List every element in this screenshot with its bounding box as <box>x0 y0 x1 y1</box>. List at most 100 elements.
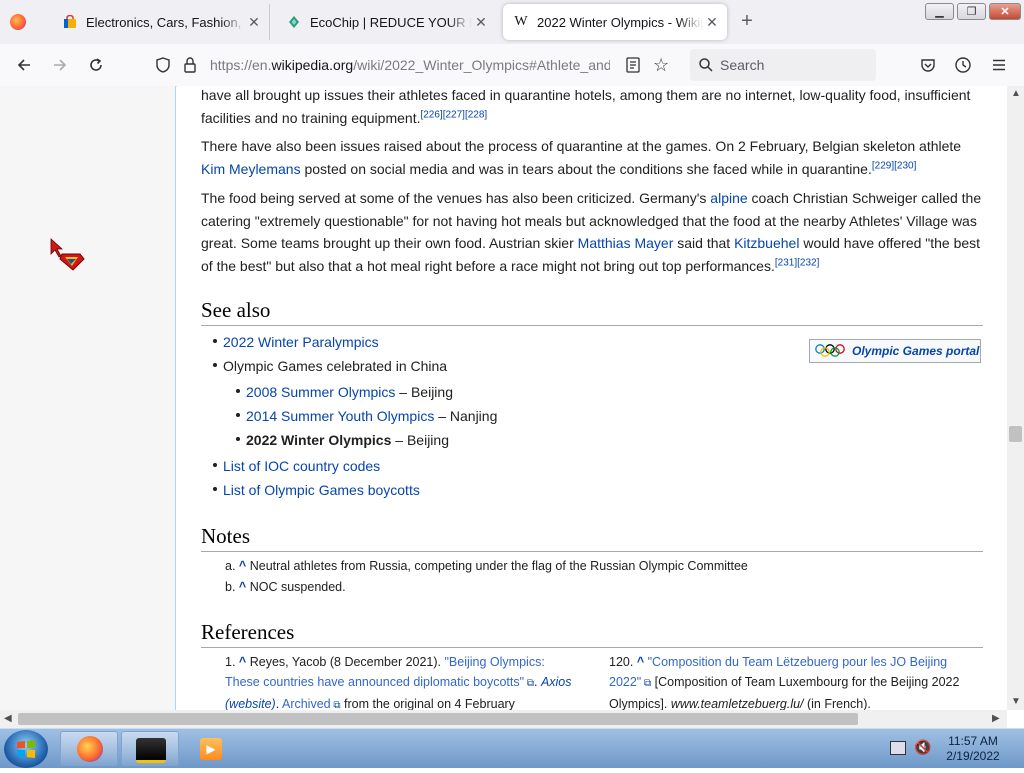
ecochip-icon <box>286 14 302 30</box>
paragraph-text: There have also been issues raised about… <box>201 138 962 154</box>
bookmark-star-icon[interactable]: ☆ <box>653 55 669 76</box>
list-item-text: Olympic Games celebrated in China <box>223 358 448 374</box>
tab-ecochip[interactable]: EcoChip | REDUCE YOUR FUEL C ✕ <box>276 4 496 40</box>
list-item: List of IOC country codes <box>213 458 380 474</box>
vertical-scroll-thumb[interactable] <box>1009 426 1022 442</box>
media-player-icon[interactable]: ▶ <box>200 738 222 760</box>
link-2014-summer-youth-olympics[interactable]: 2014 Summer Youth Olympics <box>246 408 434 424</box>
citation-link[interactable]: [231][232] <box>775 257 819 268</box>
note-text: Neutral athletes from Russia, competing … <box>249 559 748 573</box>
pocket-button[interactable] <box>917 54 939 76</box>
wikipedia-icon: W <box>514 14 528 29</box>
scroll-right-arrow[interactable]: ▶ <box>992 713 1000 724</box>
backlink-caret[interactable]: ^ <box>239 655 246 669</box>
olympic-rings-icon <box>814 343 846 360</box>
backlink-caret[interactable]: ^ <box>637 655 644 669</box>
url-text[interactable]: https://en.wikipedia.org/wiki/2022_Winte… <box>210 57 610 73</box>
network-icon[interactable] <box>890 741 906 755</box>
scroll-down-arrow[interactable]: ▼ <box>1011 696 1021 707</box>
search-box[interactable]: Search <box>690 49 876 81</box>
tab-ebay[interactable]: Electronics, Cars, Fashion, Colle ✕ <box>52 4 270 40</box>
reload-icon <box>90 58 102 71</box>
citation-link[interactable]: [226][227][228] <box>420 109 487 120</box>
heading-notes: Notes <box>201 523 983 552</box>
windows-logo-icon <box>17 740 35 758</box>
link-ioc-country-codes[interactable]: List of IOC country codes <box>223 458 380 474</box>
bullet <box>236 389 240 394</box>
minimize-button[interactable]: ▁ <box>925 3 954 20</box>
search-placeholder: Search <box>720 57 765 73</box>
list-item-text: – Beijing <box>391 432 449 448</box>
search-icon <box>698 57 714 78</box>
bullet <box>213 363 217 368</box>
close-window-button[interactable]: ✕ <box>989 3 1021 20</box>
back-button[interactable] <box>13 54 35 76</box>
vertical-scrollbar[interactable]: ▲ ▼ <box>1007 86 1024 710</box>
link-2022-winter-paralympics[interactable]: 2022 Winter Paralympics <box>223 334 379 350</box>
app-icon <box>136 738 166 763</box>
lock-icon[interactable] <box>182 56 198 79</box>
list-item-text: – Nanjing <box>434 408 498 424</box>
reference-number: 1. <box>225 655 236 669</box>
arrow-right-icon <box>54 59 67 71</box>
clock-date: 2/19/2022 <box>946 749 1000 763</box>
reference-text: from the original on 4 February <box>340 697 515 710</box>
heading-references: References <box>201 619 983 648</box>
backlink-caret[interactable]: ^ <box>239 559 246 573</box>
shield-icon[interactable] <box>154 56 172 79</box>
tab-title: 2022 Winter Olympics - Wikipe <box>537 14 703 30</box>
url-domain: wikipedia.org <box>271 57 354 73</box>
history-button[interactable] <box>952 54 974 76</box>
reload-button[interactable] <box>85 54 107 76</box>
note-item: b. ^ NOC suspended. <box>225 580 346 594</box>
link-kim-meylemans[interactable]: Kim Meylemans <box>201 161 301 177</box>
scroll-left-arrow[interactable]: ◀ <box>4 713 12 724</box>
forward-button[interactable] <box>49 54 71 76</box>
close-tab-icon[interactable]: ✕ <box>472 14 490 31</box>
close-tab-icon[interactable]: ✕ <box>245 14 263 31</box>
url-path: /wiki/2022_Winter_Olympics#Athlete_and_ <box>353 57 610 73</box>
list-item: List of Olympic Games boycotts <box>213 482 420 498</box>
horizontal-scroll-thumb[interactable] <box>18 713 858 725</box>
firefox-menu-icon[interactable] <box>10 14 26 30</box>
wiki-sidebar <box>0 86 176 710</box>
scroll-up-arrow[interactable]: ▲ <box>1011 88 1021 99</box>
tab-wikipedia[interactable]: W 2022 Winter Olympics - Wikipe ✕ <box>503 4 727 40</box>
paragraph-text: The food being served at some of the ven… <box>201 190 711 206</box>
horizontal-scrollbar[interactable]: ◀ ▶ <box>0 710 1007 728</box>
volume-muted-icon[interactable]: 🔇 <box>914 739 931 756</box>
bullet <box>236 437 240 442</box>
bullet <box>213 487 217 492</box>
firefox-icon <box>77 736 103 762</box>
citation-link[interactable]: [229][230] <box>872 160 916 171</box>
heading-see-also: See also <box>201 297 983 326</box>
taskbar-app[interactable] <box>121 731 179 766</box>
link-matthias-mayer[interactable]: Matthias Mayer <box>578 235 674 251</box>
start-button[interactable] <box>4 730 48 768</box>
address-bar[interactable]: https://en.wikipedia.org/wiki/2022_Winte… <box>148 49 678 81</box>
restore-button[interactable]: ❐ <box>957 3 986 20</box>
bullet <box>213 463 217 468</box>
app-menu-button[interactable] <box>988 54 1010 76</box>
taskbar-firefox[interactable] <box>60 731 118 766</box>
backlink-caret[interactable]: ^ <box>239 580 246 594</box>
archived-link[interactable]: Archived <box>282 697 331 710</box>
link-olympic-boycotts[interactable]: List of Olympic Games boycotts <box>223 482 420 498</box>
link-kitzbuehel[interactable]: Kitzbuehel <box>734 235 799 251</box>
link-2008-summer-olympics[interactable]: 2008 Summer Olympics <box>246 384 395 400</box>
paragraph-quarantine-process: There have also been issues raised about… <box>201 135 983 180</box>
new-tab-button[interactable]: + <box>736 10 758 33</box>
system-clock[interactable]: 11:57 AM 2/19/2022 <box>938 734 1008 764</box>
bullet <box>213 339 217 344</box>
olympic-games-portal-box[interactable]: Olympic Games portal <box>809 339 981 363</box>
reader-view-icon[interactable] <box>626 57 640 78</box>
link-alpine[interactable]: alpine <box>710 190 747 206</box>
close-tab-icon[interactable]: ✕ <box>703 14 721 31</box>
portal-link[interactable]: Olympic Games portal <box>852 344 979 358</box>
note-item: a. ^ Neutral athletes from Russia, compe… <box>225 559 748 573</box>
paragraph-text: have all brought up issues their athlete… <box>201 87 971 126</box>
tab-title: Electronics, Cars, Fashion, Colle <box>86 14 245 30</box>
tab-bar: Electronics, Cars, Fashion, Colle ✕ EcoC… <box>0 0 1024 44</box>
reference-number: 120. <box>609 655 634 669</box>
list-item: Olympic Games celebrated in China <box>213 358 447 374</box>
